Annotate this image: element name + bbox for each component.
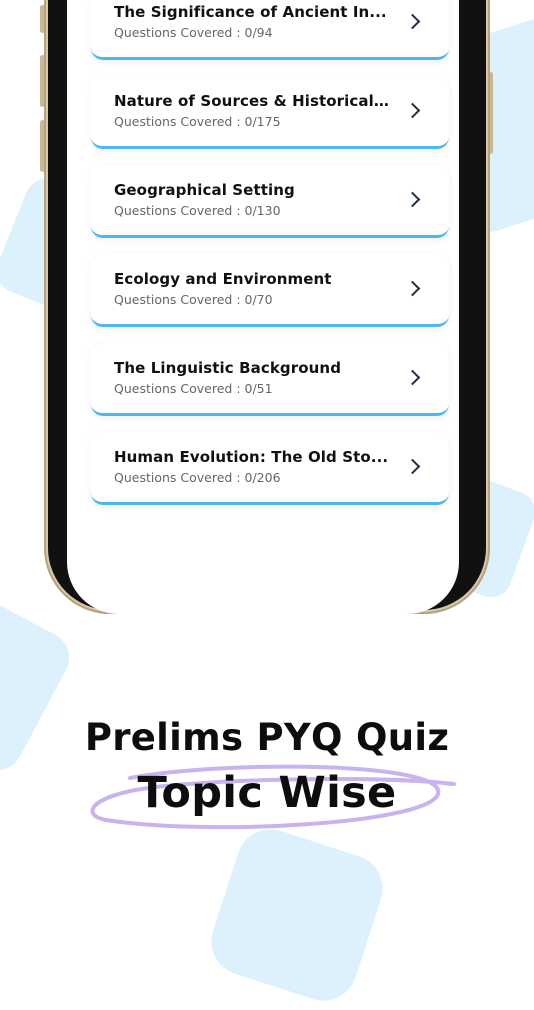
promo-headline: Prelims PYQ Quiz [84,716,450,759]
topic-title: Geographical Setting [114,181,295,199]
questions-covered: Questions Covered : 0/130 [114,203,281,218]
topic-card[interactable]: The Linguistic Background Questions Cove… [91,343,449,416]
topic-card[interactable]: Nature of Sources & Historical... Questi… [91,76,449,149]
app-screen: The Significance of Ancient In... Questi… [67,0,459,614]
chevron-right-icon [404,280,421,297]
chevron-right-icon [404,191,421,208]
questions-covered: Questions Covered : 0/51 [114,381,273,396]
topic-card[interactable]: Ecology and Environment Questions Covere… [91,254,449,327]
questions-covered: Questions Covered : 0/206 [114,470,281,485]
chevron-right-icon [404,369,421,386]
topic-title: Human Evolution: The Old Sto... [114,448,389,466]
background-shape [202,820,392,1010]
topic-card[interactable]: Human Evolution: The Old Sto... Question… [91,432,449,505]
promo-subheadline: Topic Wise [137,768,397,818]
topic-title: The Significance of Ancient In... [114,3,387,21]
chevron-right-icon [404,102,421,119]
questions-covered: Questions Covered : 0/94 [114,25,273,40]
phone-mockup: The Significance of Ancient In... Questi… [44,0,490,614]
topic-card[interactable]: Geographical Setting Questions Covered :… [91,165,449,238]
topic-list: The Significance of Ancient In... Questi… [91,0,449,521]
phone-bezel: The Significance of Ancient In... Questi… [48,0,486,614]
questions-covered: Questions Covered : 0/70 [114,292,273,307]
topic-title: Nature of Sources & Historical... [114,92,390,110]
questions-covered: Questions Covered : 0/175 [114,114,281,129]
topic-card[interactable]: The Significance of Ancient In... Questi… [91,0,449,60]
topic-title: The Linguistic Background [114,359,342,377]
chevron-right-icon [404,13,421,30]
topic-title: Ecology and Environment [114,270,332,288]
chevron-right-icon [404,458,421,475]
